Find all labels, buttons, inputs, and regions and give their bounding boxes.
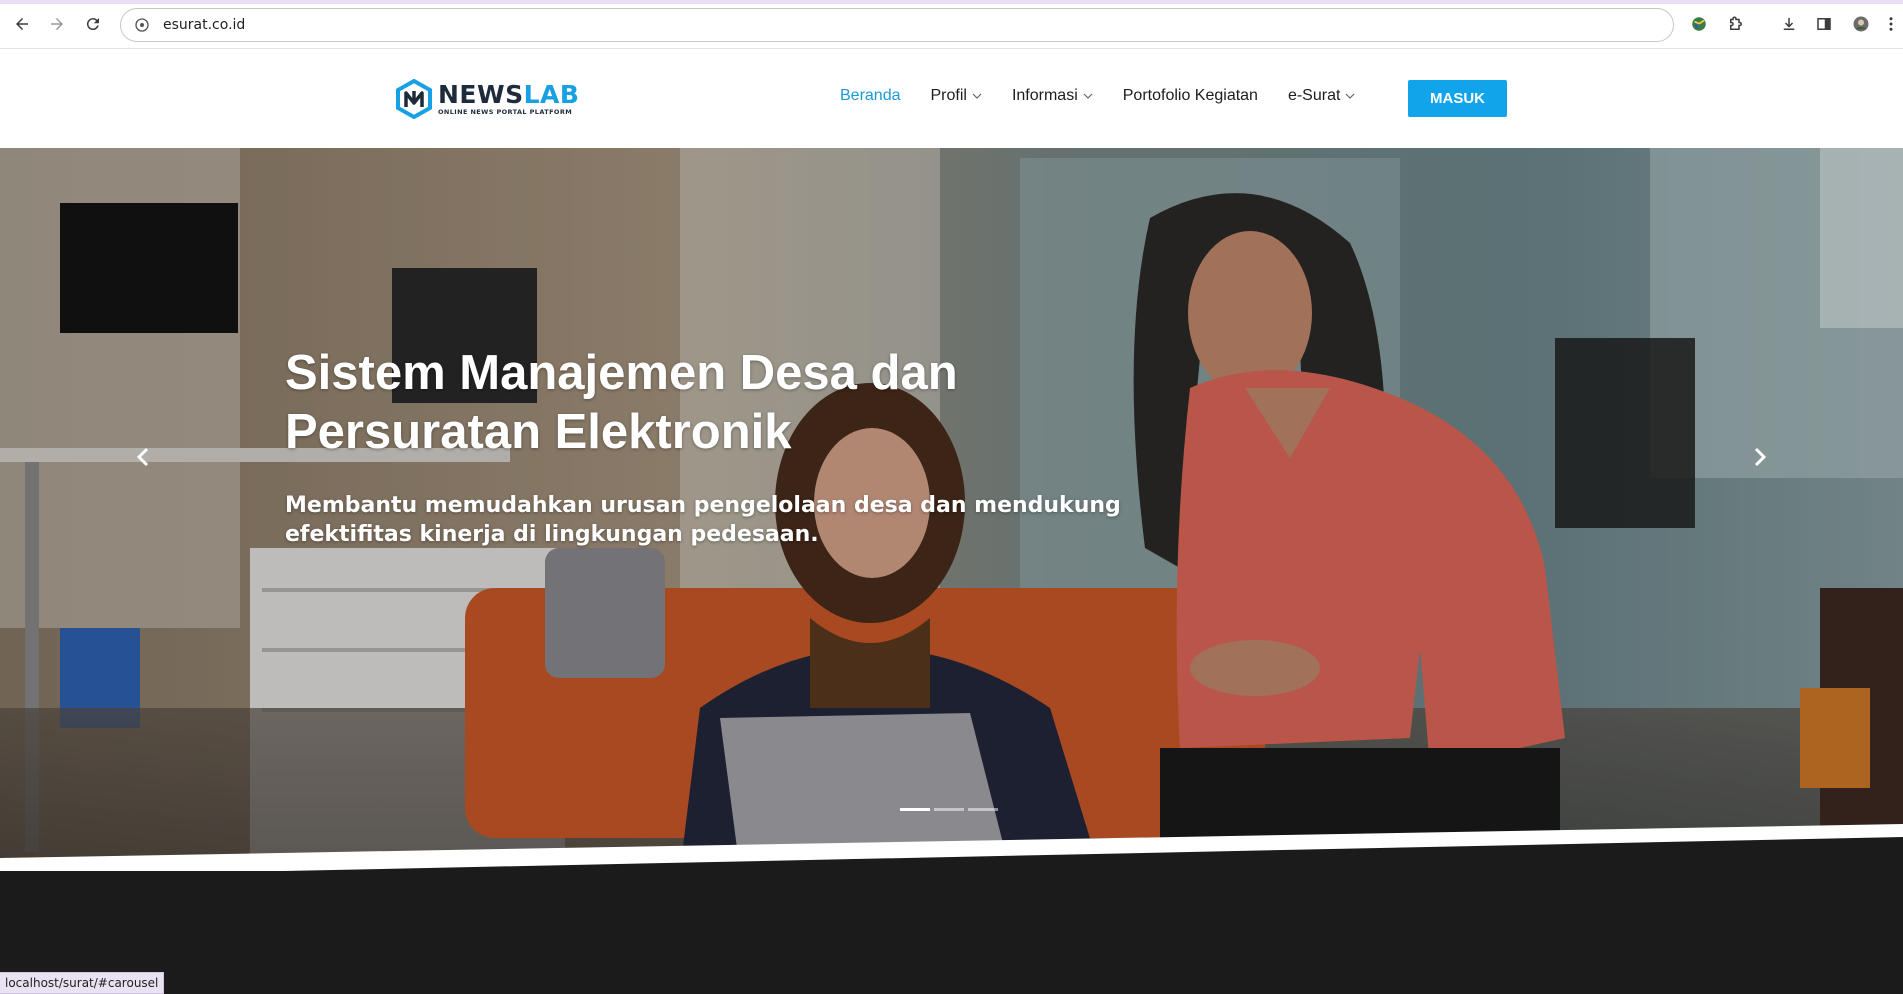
extensions-puzzle-icon[interactable] [1725,13,1747,35]
logo-name: NEWSLAB [438,80,580,109]
nav-item-beranda[interactable]: Beranda [840,87,901,105]
dark-section [0,837,1903,994]
hero-carousel: Sistem Manajemen Desa dan Persuratan Ele… [0,148,1903,871]
nav-item-profil[interactable]: Profil [931,87,982,105]
download-icon[interactable] [1778,13,1800,35]
main-nav: Beranda Profil Informasi Portofolio Kegi… [840,87,1385,105]
chevron-down-icon [972,93,982,99]
extension-globe-icon[interactable] [1688,13,1710,35]
hero-bottom-wave [0,824,1903,871]
address-bar[interactable]: esurat.co.id [120,8,1674,42]
reload-icon[interactable] [81,12,105,36]
forward-icon[interactable] [45,12,69,36]
site-logo[interactable]: NEWSLAB ONLINE NEWS PORTAL PLATFORM [396,79,579,119]
address-url[interactable]: esurat.co.id [163,17,245,33]
chevron-down-icon [1345,93,1355,99]
logo-tagline: ONLINE NEWS PORTAL PLATFORM [438,108,573,116]
nav-item-informasi[interactable]: Informasi [1012,87,1093,105]
tab-strip-edge [0,0,1903,4]
site-info-icon[interactable] [133,16,151,34]
profile-avatar[interactable] [1850,13,1872,35]
status-bar-url: localhost/surat/#carousel [0,972,165,994]
browser-toolbar: esurat.co.id [0,0,1903,49]
back-icon[interactable] [10,12,34,36]
dark-section-slant [0,837,1903,877]
login-button[interactable]: MASUK [1408,80,1507,117]
menu-kebab-icon[interactable] [1880,13,1902,35]
side-panel-icon[interactable] [1813,13,1835,35]
site-header: NEWSLAB ONLINE NEWS PORTAL PLATFORM Bera… [0,49,1903,148]
chevron-down-icon [1083,93,1093,99]
nav-item-portofolio[interactable]: Portofolio Kegiatan [1123,87,1258,105]
nav-item-esurat[interactable]: e-Surat [1288,87,1355,105]
newslab-logo-icon [396,79,432,119]
